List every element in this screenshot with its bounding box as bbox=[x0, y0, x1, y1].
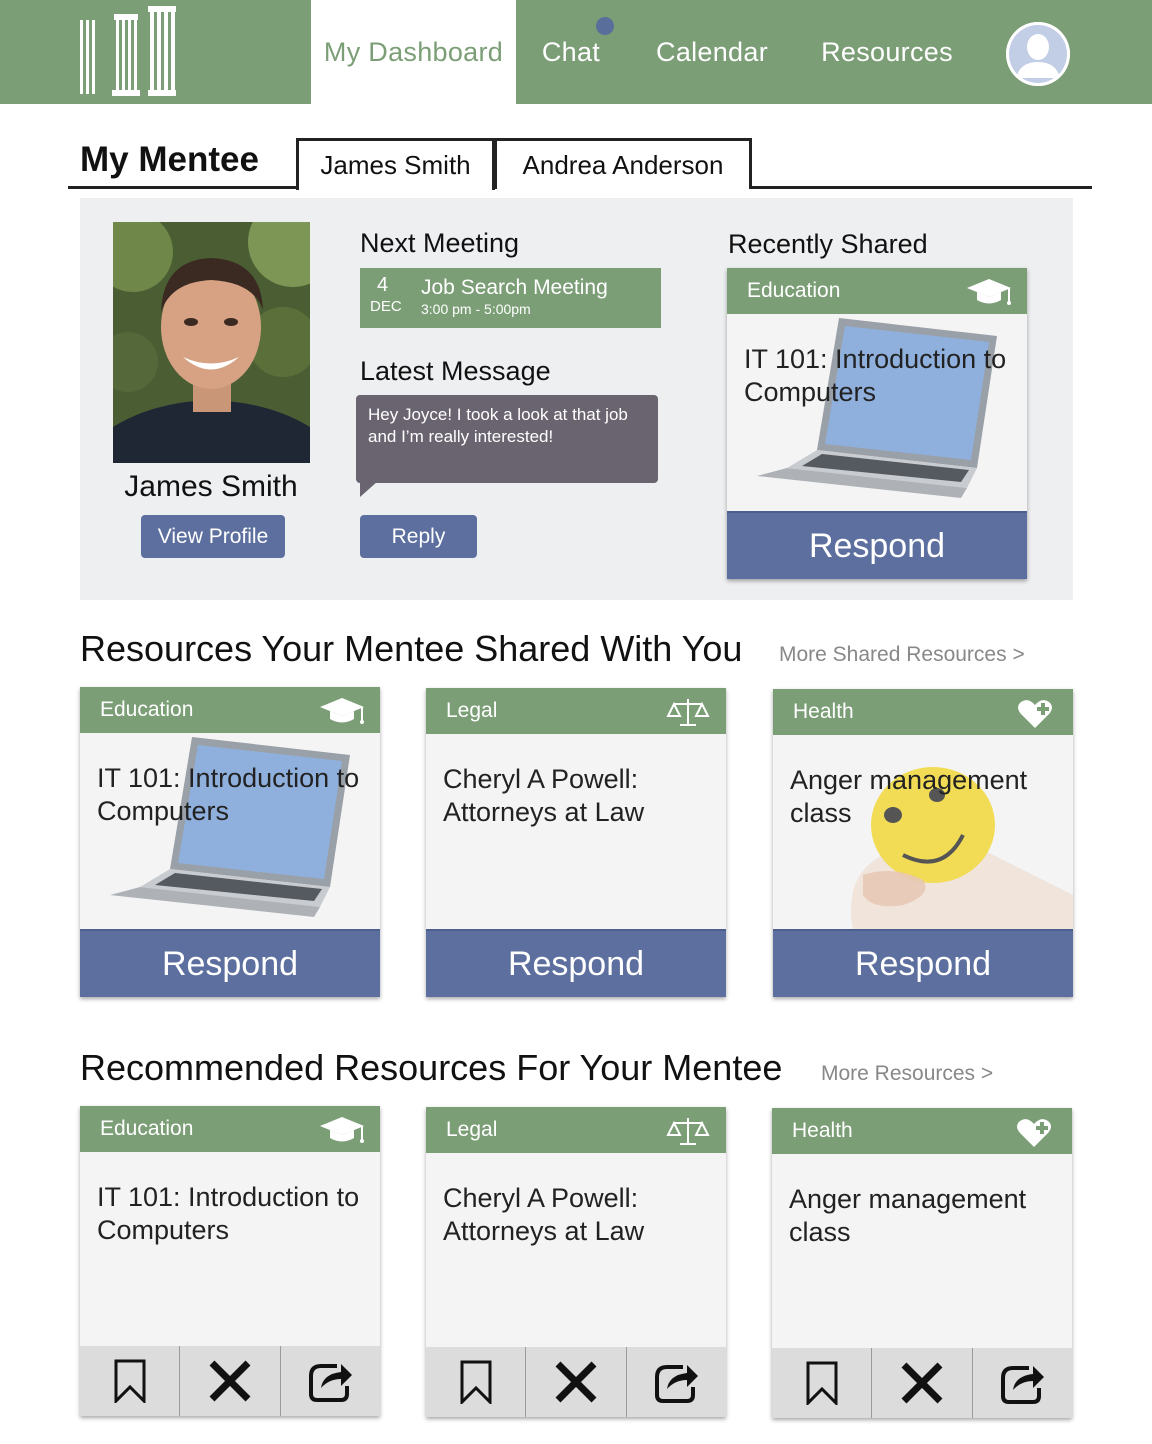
card-title: IT 101: Introduction to Computers bbox=[97, 1182, 360, 1245]
bookmark-button[interactable] bbox=[772, 1348, 871, 1418]
user-avatar-icon[interactable] bbox=[1006, 22, 1070, 86]
card-title: Anger management class bbox=[790, 765, 1028, 828]
my-mentee-heading: My Mentee bbox=[80, 140, 259, 179]
card-action-bar bbox=[772, 1348, 1072, 1418]
more-shared-resources-link[interactable]: More Shared Resources > bbox=[779, 643, 1025, 667]
recommended-resources-heading: Recommended Resources For Your Mentee bbox=[80, 1047, 783, 1088]
shared-resource-card-legal[interactable]: Legal Cheryl A Powell: Attorneys at Law … bbox=[426, 688, 726, 997]
message-bubble-tail bbox=[360, 481, 378, 497]
dismiss-button[interactable] bbox=[871, 1348, 971, 1418]
share-button[interactable] bbox=[279, 1346, 380, 1416]
card-title: IT 101: Introduction to Computers bbox=[744, 344, 1007, 407]
nav-tab-my-dashboard[interactable]: My Dashboard bbox=[311, 0, 516, 104]
meeting-day: 4 bbox=[377, 274, 389, 296]
meeting-time: 3:00 pm - 5:00pm bbox=[421, 301, 531, 317]
respond-button[interactable]: Respond bbox=[80, 929, 380, 997]
respond-button[interactable]: Respond bbox=[727, 511, 1027, 579]
card-body: Anger management class bbox=[773, 735, 1073, 929]
shared-resource-card-health[interactable]: Health Anger management class Respond bbox=[773, 689, 1073, 997]
next-meeting-heading: Next Meeting bbox=[360, 228, 520, 258]
card-body: Cheryl A Powell: Attorneys at Law bbox=[426, 734, 726, 928]
bookmark-icon bbox=[806, 1361, 838, 1405]
graduation-cap-icon bbox=[320, 1117, 364, 1143]
card-title: IT 101: Introduction to Computers bbox=[97, 763, 360, 826]
card-action-bar bbox=[80, 1346, 380, 1416]
close-icon bbox=[555, 1361, 597, 1403]
graduation-cap-icon bbox=[967, 279, 1011, 305]
nav-tab-chat[interactable]: Chat bbox=[528, 0, 614, 104]
recently-shared-heading: Recently Shared bbox=[728, 229, 928, 259]
shared-resource-card-education[interactable]: Education IT 101: Introduction to Comput… bbox=[80, 687, 380, 997]
meeting-month: DEC bbox=[370, 298, 402, 315]
recently-shared-card[interactable]: Education IT 101: Introduction to Comput… bbox=[727, 268, 1027, 579]
card-title: Anger management class bbox=[789, 1184, 1027, 1247]
card-body: IT 101: Introduction to Computers bbox=[727, 314, 1027, 511]
scales-icon bbox=[666, 699, 710, 726]
scales-icon bbox=[666, 1118, 710, 1145]
share-button[interactable] bbox=[625, 1347, 726, 1417]
mentee-tab-james-smith[interactable]: James Smith bbox=[296, 138, 495, 190]
graduation-cap-icon bbox=[320, 698, 364, 724]
card-title: Cheryl A Powell: Attorneys at Law bbox=[443, 764, 645, 827]
card-body: IT 101: Introduction to Computers bbox=[80, 733, 380, 927]
respond-button[interactable]: Respond bbox=[426, 929, 726, 997]
next-meeting-card[interactable]: 4 DEC Job Search Meeting 3:00 pm - 5:00p… bbox=[360, 268, 661, 328]
card-body: Cheryl A Powell: Attorneys at Law bbox=[426, 1153, 726, 1347]
recommended-resource-card-education[interactable]: Education IT 101: Introduction to Comput… bbox=[80, 1106, 380, 1416]
recommended-resource-card-health[interactable]: Health Anger management class bbox=[772, 1108, 1072, 1418]
mentee-tab-andrea-anderson[interactable]: Andrea Anderson bbox=[494, 138, 752, 189]
card-title: Cheryl A Powell: Attorneys at Law bbox=[443, 1183, 645, 1246]
reply-button[interactable]: Reply bbox=[360, 515, 477, 558]
latest-message-heading: Latest Message bbox=[360, 356, 551, 386]
respond-button[interactable]: Respond bbox=[773, 929, 1073, 997]
bookmark-icon bbox=[114, 1359, 146, 1403]
recommended-resource-card-legal[interactable]: Legal Cheryl A Powell: Attorneys at Law bbox=[426, 1107, 726, 1417]
bookmark-button[interactable] bbox=[80, 1346, 179, 1416]
dismiss-button[interactable] bbox=[525, 1347, 625, 1417]
more-resources-link[interactable]: More Resources > bbox=[821, 1062, 993, 1086]
nav-tab-calendar[interactable]: Calendar bbox=[640, 0, 784, 104]
close-icon bbox=[209, 1360, 251, 1402]
chat-unread-indicator bbox=[596, 17, 614, 35]
nav-tab-resources[interactable]: Resources bbox=[810, 0, 964, 104]
shared-resources-heading: Resources Your Mentee Shared With You bbox=[80, 628, 743, 669]
heart-plus-icon bbox=[1017, 1119, 1051, 1147]
top-navigation-bar: My Dashboard Chat Calendar Resources bbox=[0, 0, 1152, 104]
latest-message-bubble: Hey Joyce! I took a look at that job and… bbox=[356, 395, 658, 483]
share-button[interactable] bbox=[971, 1348, 1072, 1418]
card-action-bar bbox=[426, 1347, 726, 1417]
bookmark-icon bbox=[460, 1360, 492, 1404]
bookmark-button[interactable] bbox=[426, 1347, 525, 1417]
dismiss-button[interactable] bbox=[179, 1346, 279, 1416]
mentee-name: James Smith bbox=[124, 470, 298, 503]
mentee-photo bbox=[113, 222, 310, 463]
pillars-logo-icon[interactable] bbox=[78, 6, 178, 98]
share-icon bbox=[1001, 1366, 1045, 1404]
card-body: Anger management class bbox=[772, 1154, 1072, 1348]
close-icon bbox=[901, 1362, 943, 1404]
share-icon bbox=[309, 1364, 353, 1402]
heart-plus-icon bbox=[1018, 700, 1052, 728]
meeting-title: Job Search Meeting bbox=[421, 276, 608, 299]
view-profile-button[interactable]: View Profile bbox=[141, 515, 285, 558]
card-body: IT 101: Introduction to Computers bbox=[80, 1152, 380, 1346]
share-icon bbox=[655, 1365, 699, 1403]
